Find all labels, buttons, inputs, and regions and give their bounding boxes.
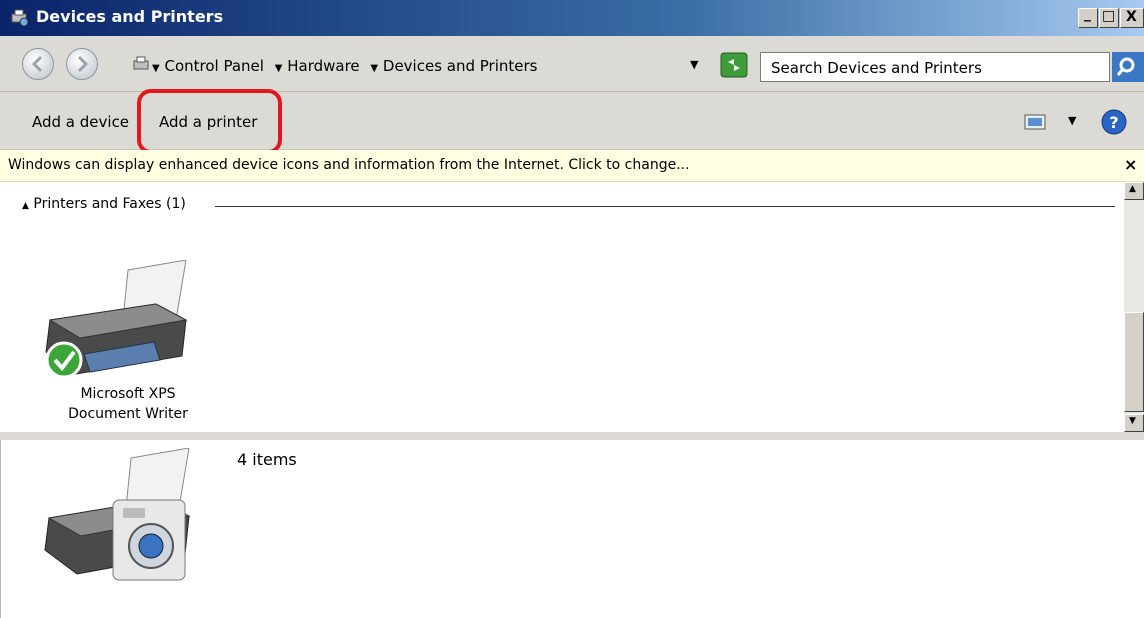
svg-text:?: ? (1109, 113, 1118, 132)
scroll-thumb[interactable] (1124, 312, 1144, 412)
highlight-annotation (137, 89, 282, 154)
minimize-button[interactable]: _ (1078, 6, 1098, 28)
collapse-icon[interactable]: ▲ (22, 201, 29, 211)
group-divider (215, 206, 1115, 207)
chevron-right-icon[interactable]: ▼ (275, 63, 283, 74)
breadcrumb-item-devices-and-printers[interactable]: Devices and Printers (383, 57, 538, 75)
refresh-icon[interactable] (720, 52, 748, 78)
info-bar[interactable]: Windows can display enhanced device icon… (0, 150, 1144, 182)
device-item[interactable] (36, 259, 196, 380)
breadcrumb: ▼ Control Panel ▼ Hardware ▼ Devices and… (152, 57, 538, 75)
devices-printers-icon (44, 448, 191, 581)
back-arrow-icon (31, 55, 43, 73)
forward-arrow-icon (77, 55, 89, 73)
chevron-right-icon[interactable]: ▼ (370, 63, 378, 74)
group-header[interactable]: ▲ Printers and Faxes (1) (22, 196, 186, 212)
breadcrumb-item-hardware[interactable]: Hardware (287, 57, 359, 75)
view-dropdown-icon[interactable]: ▼ (1068, 114, 1076, 127)
arrow-up-icon: ▲ (1129, 184, 1136, 194)
address-bar: ▼ Control Panel ▼ Hardware ▼ Devices and… (0, 36, 1144, 92)
chevron-right-icon: ▼ (152, 63, 160, 74)
devices-printers-icon (133, 56, 149, 70)
arrow-down-icon: ▼ (1129, 416, 1136, 426)
printer-icon (45, 259, 188, 379)
change-view-icon[interactable] (1024, 114, 1046, 130)
devices-list: ▲ Printers and Faxes (1) Microsoft XPS D… (0, 182, 1124, 432)
group-label: Printers and Faxes (1) (33, 196, 186, 212)
add-device-button[interactable]: Add a device (32, 113, 129, 131)
close-icon: X (1126, 9, 1137, 25)
address-box[interactable]: ▼ Control Panel ▼ Hardware ▼ Devices and… (130, 51, 710, 81)
close-button[interactable]: X (1120, 8, 1144, 28)
title-bar[interactable]: Devices and Printers _ □ X (0, 0, 1144, 36)
device-label[interactable]: Microsoft XPS Document Writer (48, 384, 208, 424)
search-placeholder: Search Devices and Printers (771, 59, 982, 77)
details-splitter[interactable] (0, 432, 1144, 440)
info-bar-message[interactable]: Windows can display enhanced device icon… (8, 157, 690, 173)
devices-printers-icon (11, 9, 29, 27)
forward-button[interactable] (66, 48, 98, 80)
close-icon[interactable]: × (1124, 155, 1137, 174)
scroll-up-button[interactable]: ▲ (1124, 182, 1144, 200)
breadcrumb-item-control-panel[interactable]: Control Panel (164, 57, 263, 75)
help-icon[interactable]: ? (1101, 109, 1127, 135)
maximize-icon: □ (1102, 8, 1116, 24)
window-title: Devices and Printers (36, 7, 224, 26)
details-pane: 4 items (0, 440, 1144, 618)
address-dropdown-icon[interactable]: ▼ (690, 58, 698, 71)
search-input[interactable]: Search Devices and Printers (760, 52, 1110, 82)
minimize-icon: _ (1084, 6, 1091, 22)
item-count: 4 items (237, 450, 297, 469)
maximize-button[interactable]: □ (1099, 8, 1119, 28)
search-icon[interactable] (1112, 52, 1144, 82)
back-button[interactable] (22, 48, 54, 80)
scroll-down-button[interactable]: ▼ (1124, 414, 1144, 432)
device-name-line2: Document Writer (68, 406, 188, 422)
vertical-scrollbar[interactable]: ▲ ▼ (1124, 182, 1144, 432)
device-name-line1: Microsoft XPS (80, 386, 176, 402)
